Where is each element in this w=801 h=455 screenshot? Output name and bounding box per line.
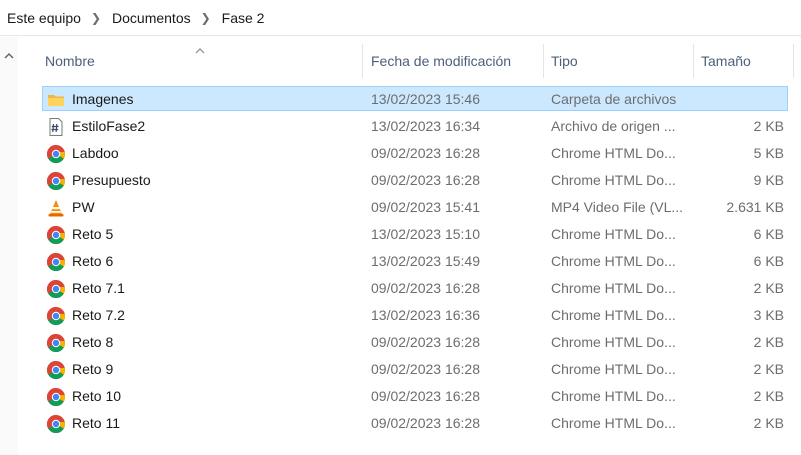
file-row[interactable]: Reto 6 13/02/2023 15:49 Chrome HTML Do... 6… [38, 248, 801, 275]
file-size: 3 KB [753, 307, 784, 323]
column-header-name[interactable]: Nombre [38, 44, 363, 78]
file-date: 13/02/2023 15:10 [371, 226, 480, 242]
file-date: 13/02/2023 15:46 [371, 91, 480, 107]
file-type: Chrome HTML Do... [551, 226, 676, 242]
file-type: Chrome HTML Do... [551, 307, 676, 323]
file-name: Presupuesto [72, 172, 151, 188]
file-type: MP4 Video File (VL... [551, 199, 684, 215]
file-name: Imagenes [72, 91, 134, 107]
file-row[interactable]: Labdoo 09/02/2023 16:28 Chrome HTML Do... 5… [38, 140, 801, 167]
breadcrumb: Este equipo ❯ Documentos ❯ Fase 2 [0, 0, 801, 36]
file-row[interactable]: EstiloFase2 13/02/2023 16:34 Archivo de or… [38, 113, 801, 140]
chrome-icon [46, 144, 66, 164]
file-name: Reto 7.2 [72, 307, 125, 323]
file-date: 09/02/2023 16:28 [371, 172, 480, 188]
file-date: 13/02/2023 16:34 [371, 118, 480, 134]
file-type: Carpeta de archivos [551, 91, 677, 107]
column-header-size-label: Tamaño [701, 53, 751, 69]
scroll-up-arrow-icon[interactable] [0, 48, 18, 62]
file-size: 2 KB [753, 280, 784, 296]
chrome-icon [46, 333, 66, 353]
file-type: Archivo de origen ... [551, 118, 676, 134]
file-date: 09/02/2023 16:28 [371, 415, 480, 431]
breadcrumb-documentos[interactable]: Documentos [112, 10, 191, 26]
chrome-icon [46, 360, 66, 380]
file-date: 09/02/2023 16:28 [371, 334, 480, 350]
file-name: Reto 11 [72, 415, 120, 431]
file-row[interactable]: Reto 8 09/02/2023 16:28 Chrome HTML Do... 2… [38, 329, 801, 356]
chrome-icon [46, 252, 66, 272]
file-type: Chrome HTML Do... [551, 415, 676, 431]
file-row[interactable]: Reto 10 09/02/2023 16:28 Chrome HTML Do...… [38, 383, 801, 410]
file-row[interactable]: Reto 9 09/02/2023 16:28 Chrome HTML Do... 2… [38, 356, 801, 383]
breadcrumb-este-equipo[interactable]: Este equipo [7, 10, 81, 26]
file-type: Chrome HTML Do... [551, 361, 676, 377]
file-date: 09/02/2023 16:28 [371, 361, 480, 377]
sort-ascending-icon [195, 41, 205, 57]
file-date: 09/02/2023 16:28 [371, 388, 480, 404]
column-header-type-label: Tipo [551, 53, 578, 69]
file-row[interactable]: PW 09/02/2023 15:41 MP4 Video File (VL... 2… [38, 194, 801, 221]
vlc-icon [46, 198, 66, 218]
column-header-size[interactable]: Tamaño [694, 44, 794, 78]
css-file-icon [46, 117, 66, 137]
column-header-name-label: Nombre [45, 53, 95, 69]
file-size: 2 KB [753, 118, 784, 134]
file-type: Chrome HTML Do... [551, 145, 676, 161]
column-header-row: Nombre Fecha de modificación Tipo Tamaño [38, 44, 801, 80]
file-name: Reto 6 [72, 253, 114, 269]
chrome-icon [46, 414, 66, 434]
file-name: Reto 8 [72, 334, 114, 350]
file-size: 9 KB [753, 172, 784, 188]
chrome-icon [46, 171, 66, 191]
file-size: 5 KB [753, 145, 784, 161]
chevron-right-icon[interactable]: ❯ [91, 11, 101, 25]
column-header-date[interactable]: Fecha de modificación [364, 44, 544, 78]
file-date: 13/02/2023 16:36 [371, 307, 480, 323]
file-name: Reto 10 [72, 388, 122, 404]
file-name: PW [72, 199, 95, 215]
file-date: 09/02/2023 16:28 [371, 145, 480, 161]
file-row[interactable]: Reto 7.1 09/02/2023 16:28 Chrome HTML Do..… [38, 275, 801, 302]
breadcrumb-fase-2[interactable]: Fase 2 [222, 10, 265, 26]
file-row[interactable]: Imagenes 13/02/2023 15:46 Carpeta de archi… [38, 86, 801, 113]
file-name: Reto 7.1 [72, 280, 125, 296]
folder-icon [46, 90, 66, 110]
file-row[interactable]: Reto 5 13/02/2023 15:10 Chrome HTML Do... 6… [38, 221, 801, 248]
file-type: Chrome HTML Do... [551, 172, 676, 188]
file-row[interactable]: Reto 11 09/02/2023 16:28 Chrome HTML Do...… [38, 410, 801, 437]
file-size: 6 KB [753, 253, 784, 269]
vertical-scrollbar[interactable] [0, 37, 18, 455]
file-size: 2 KB [753, 361, 784, 377]
file-size: 2.631 KB [726, 199, 784, 215]
column-header-date-label: Fecha de modificación [371, 53, 512, 69]
chrome-icon [46, 306, 66, 326]
file-type: Chrome HTML Do... [551, 280, 676, 296]
file-size: 2 KB [753, 415, 784, 431]
file-name: EstiloFase2 [72, 118, 146, 134]
file-size: 2 KB [753, 334, 784, 350]
file-name: Labdoo [72, 145, 119, 161]
file-row[interactable]: Presupuesto 09/02/2023 16:28 Chrome HTML D… [38, 167, 801, 194]
file-date: 09/02/2023 15:41 [371, 199, 480, 215]
file-name: Reto 9 [72, 361, 114, 377]
chrome-icon [46, 225, 66, 245]
chrome-icon [46, 387, 66, 407]
file-name: Reto 5 [72, 226, 114, 242]
file-type: Chrome HTML Do... [551, 334, 676, 350]
file-size: 2 KB [753, 388, 784, 404]
file-size: 6 KB [753, 226, 784, 242]
column-header-type[interactable]: Tipo [544, 44, 694, 78]
file-date: 13/02/2023 15:49 [371, 253, 480, 269]
file-type: Chrome HTML Do... [551, 388, 676, 404]
chrome-icon [46, 279, 66, 299]
file-type: Chrome HTML Do... [551, 253, 676, 269]
file-date: 09/02/2023 16:28 [371, 280, 480, 296]
file-list: Imagenes 13/02/2023 15:46 Carpeta de archi… [38, 86, 801, 437]
file-row[interactable]: Reto 7.2 13/02/2023 16:36 Chrome HTML Do..… [38, 302, 801, 329]
chevron-right-icon[interactable]: ❯ [201, 11, 211, 25]
